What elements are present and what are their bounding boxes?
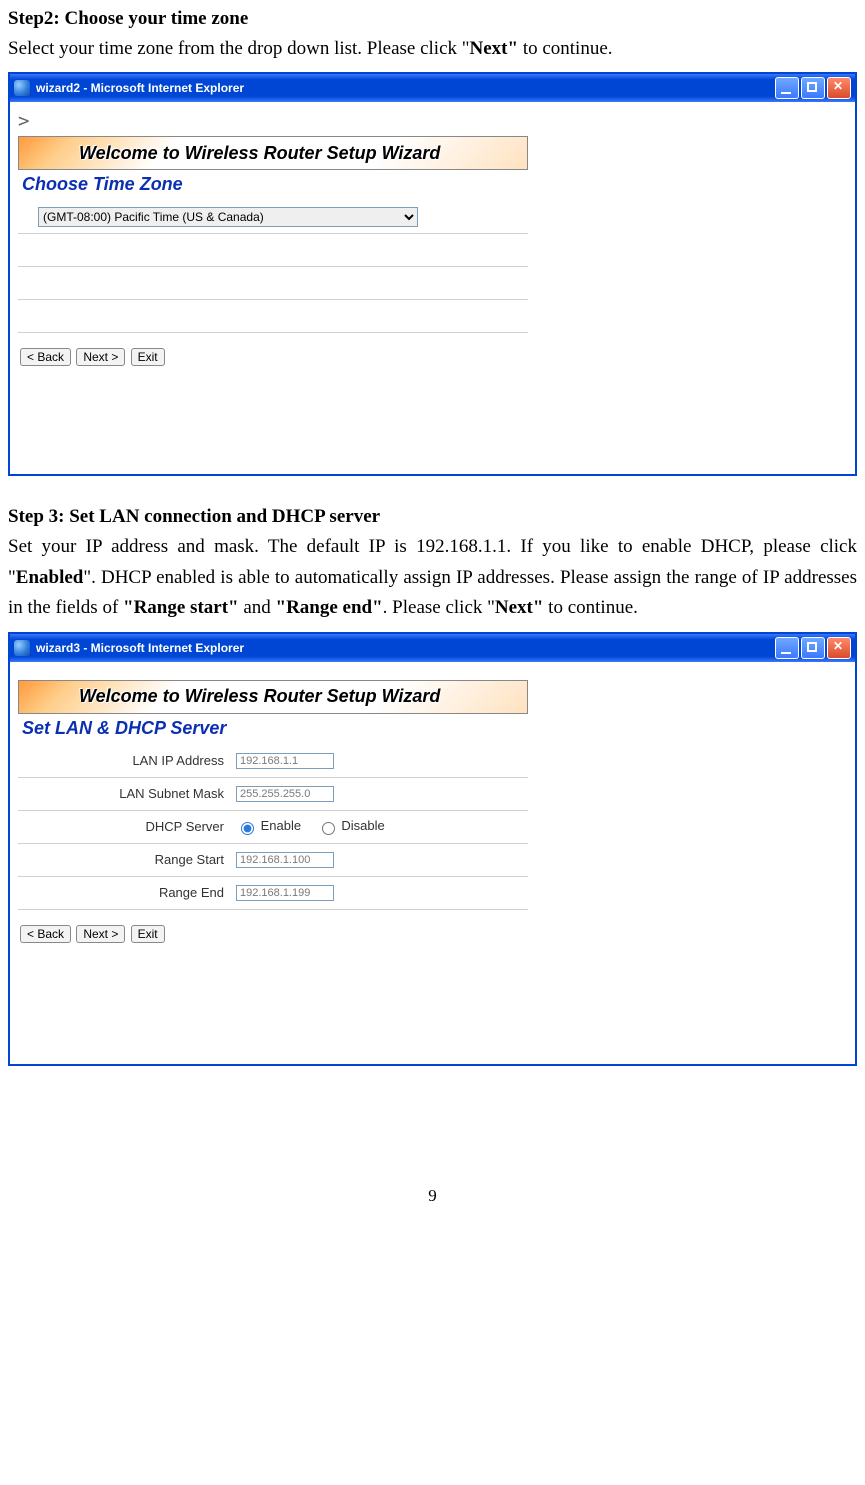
titlebar: wizard3 - Microsoft Internet Explorer xyxy=(10,634,855,662)
lan-table: LAN IP Address LAN Subnet Mask DHCP Serv… xyxy=(18,745,528,910)
next-button[interactable]: Next > xyxy=(76,925,125,943)
maximize-button[interactable] xyxy=(801,637,825,659)
back-button[interactable]: < Back xyxy=(20,348,71,366)
wizard2-window: wizard2 - Microsoft Internet Explorer > … xyxy=(8,72,857,476)
step2-description: Select your time zone from the drop down… xyxy=(8,34,857,64)
step2-desc-next: Next" xyxy=(470,38,519,59)
dhcp-label: DHCP Server xyxy=(18,810,230,843)
ie-icon xyxy=(14,640,30,656)
minimize-button[interactable] xyxy=(775,77,799,99)
step2-heading: Step2: Choose your time zone xyxy=(8,8,857,30)
minimize-button[interactable] xyxy=(775,637,799,659)
wizard3-window: wizard3 - Microsoft Internet Explorer We… xyxy=(8,632,857,1066)
dhcp-enable-radio[interactable] xyxy=(241,822,254,835)
step3-description: Set your IP address and mask. The defaul… xyxy=(8,532,857,623)
section-title-timezone: Choose Time Zone xyxy=(22,174,847,195)
greater-than-indicator: > xyxy=(18,110,847,132)
wizard-banner: Welcome to Wireless Router Setup Wizard xyxy=(18,680,528,714)
t: . Please click " xyxy=(383,597,495,618)
lan-ip-input[interactable] xyxy=(236,753,334,769)
lan-ip-label: LAN IP Address xyxy=(18,745,230,778)
dhcp-disable-radio[interactable] xyxy=(322,822,335,835)
next-button[interactable]: Next > xyxy=(76,348,125,366)
range-end-input[interactable] xyxy=(236,885,334,901)
titlebar: wizard2 - Microsoft Internet Explorer xyxy=(10,74,855,102)
ie-icon xyxy=(14,80,30,96)
enable-label: Enable xyxy=(261,818,301,833)
subnet-mask-label: LAN Subnet Mask xyxy=(18,777,230,810)
t: Enabled xyxy=(16,567,84,588)
window-title: wizard3 - Microsoft Internet Explorer xyxy=(36,641,244,655)
range-start-input[interactable] xyxy=(236,852,334,868)
range-start-label: Range Start xyxy=(18,843,230,876)
exit-button[interactable]: Exit xyxy=(131,925,165,943)
window-title: wizard2 - Microsoft Internet Explorer xyxy=(36,81,244,95)
t: "Range start" xyxy=(123,597,239,618)
back-button[interactable]: < Back xyxy=(20,925,71,943)
t: to continue. xyxy=(543,597,637,618)
timezone-table: (GMT-08:00) Pacific Time (US & Canada) xyxy=(18,201,528,333)
t: and xyxy=(239,597,276,618)
t: "Range end" xyxy=(276,597,383,618)
step2-desc-part2: to continue. xyxy=(518,38,612,59)
maximize-button[interactable] xyxy=(801,77,825,99)
close-button[interactable] xyxy=(827,637,851,659)
page-number: 9 xyxy=(8,1186,857,1206)
timezone-select[interactable]: (GMT-08:00) Pacific Time (US & Canada) xyxy=(38,207,418,227)
disable-label: Disable xyxy=(341,818,384,833)
wizard-banner: Welcome to Wireless Router Setup Wizard xyxy=(18,136,528,170)
section-title-lan: Set LAN & DHCP Server xyxy=(22,718,847,739)
close-button[interactable] xyxy=(827,77,851,99)
step2-desc-part1: Select your time zone from the drop down… xyxy=(8,38,470,59)
range-end-label: Range End xyxy=(18,876,230,909)
exit-button[interactable]: Exit xyxy=(131,348,165,366)
t: Next" xyxy=(495,597,544,618)
step3-heading: Step 3: Set LAN connection and DHCP serv… xyxy=(8,506,857,528)
subnet-mask-input[interactable] xyxy=(236,786,334,802)
